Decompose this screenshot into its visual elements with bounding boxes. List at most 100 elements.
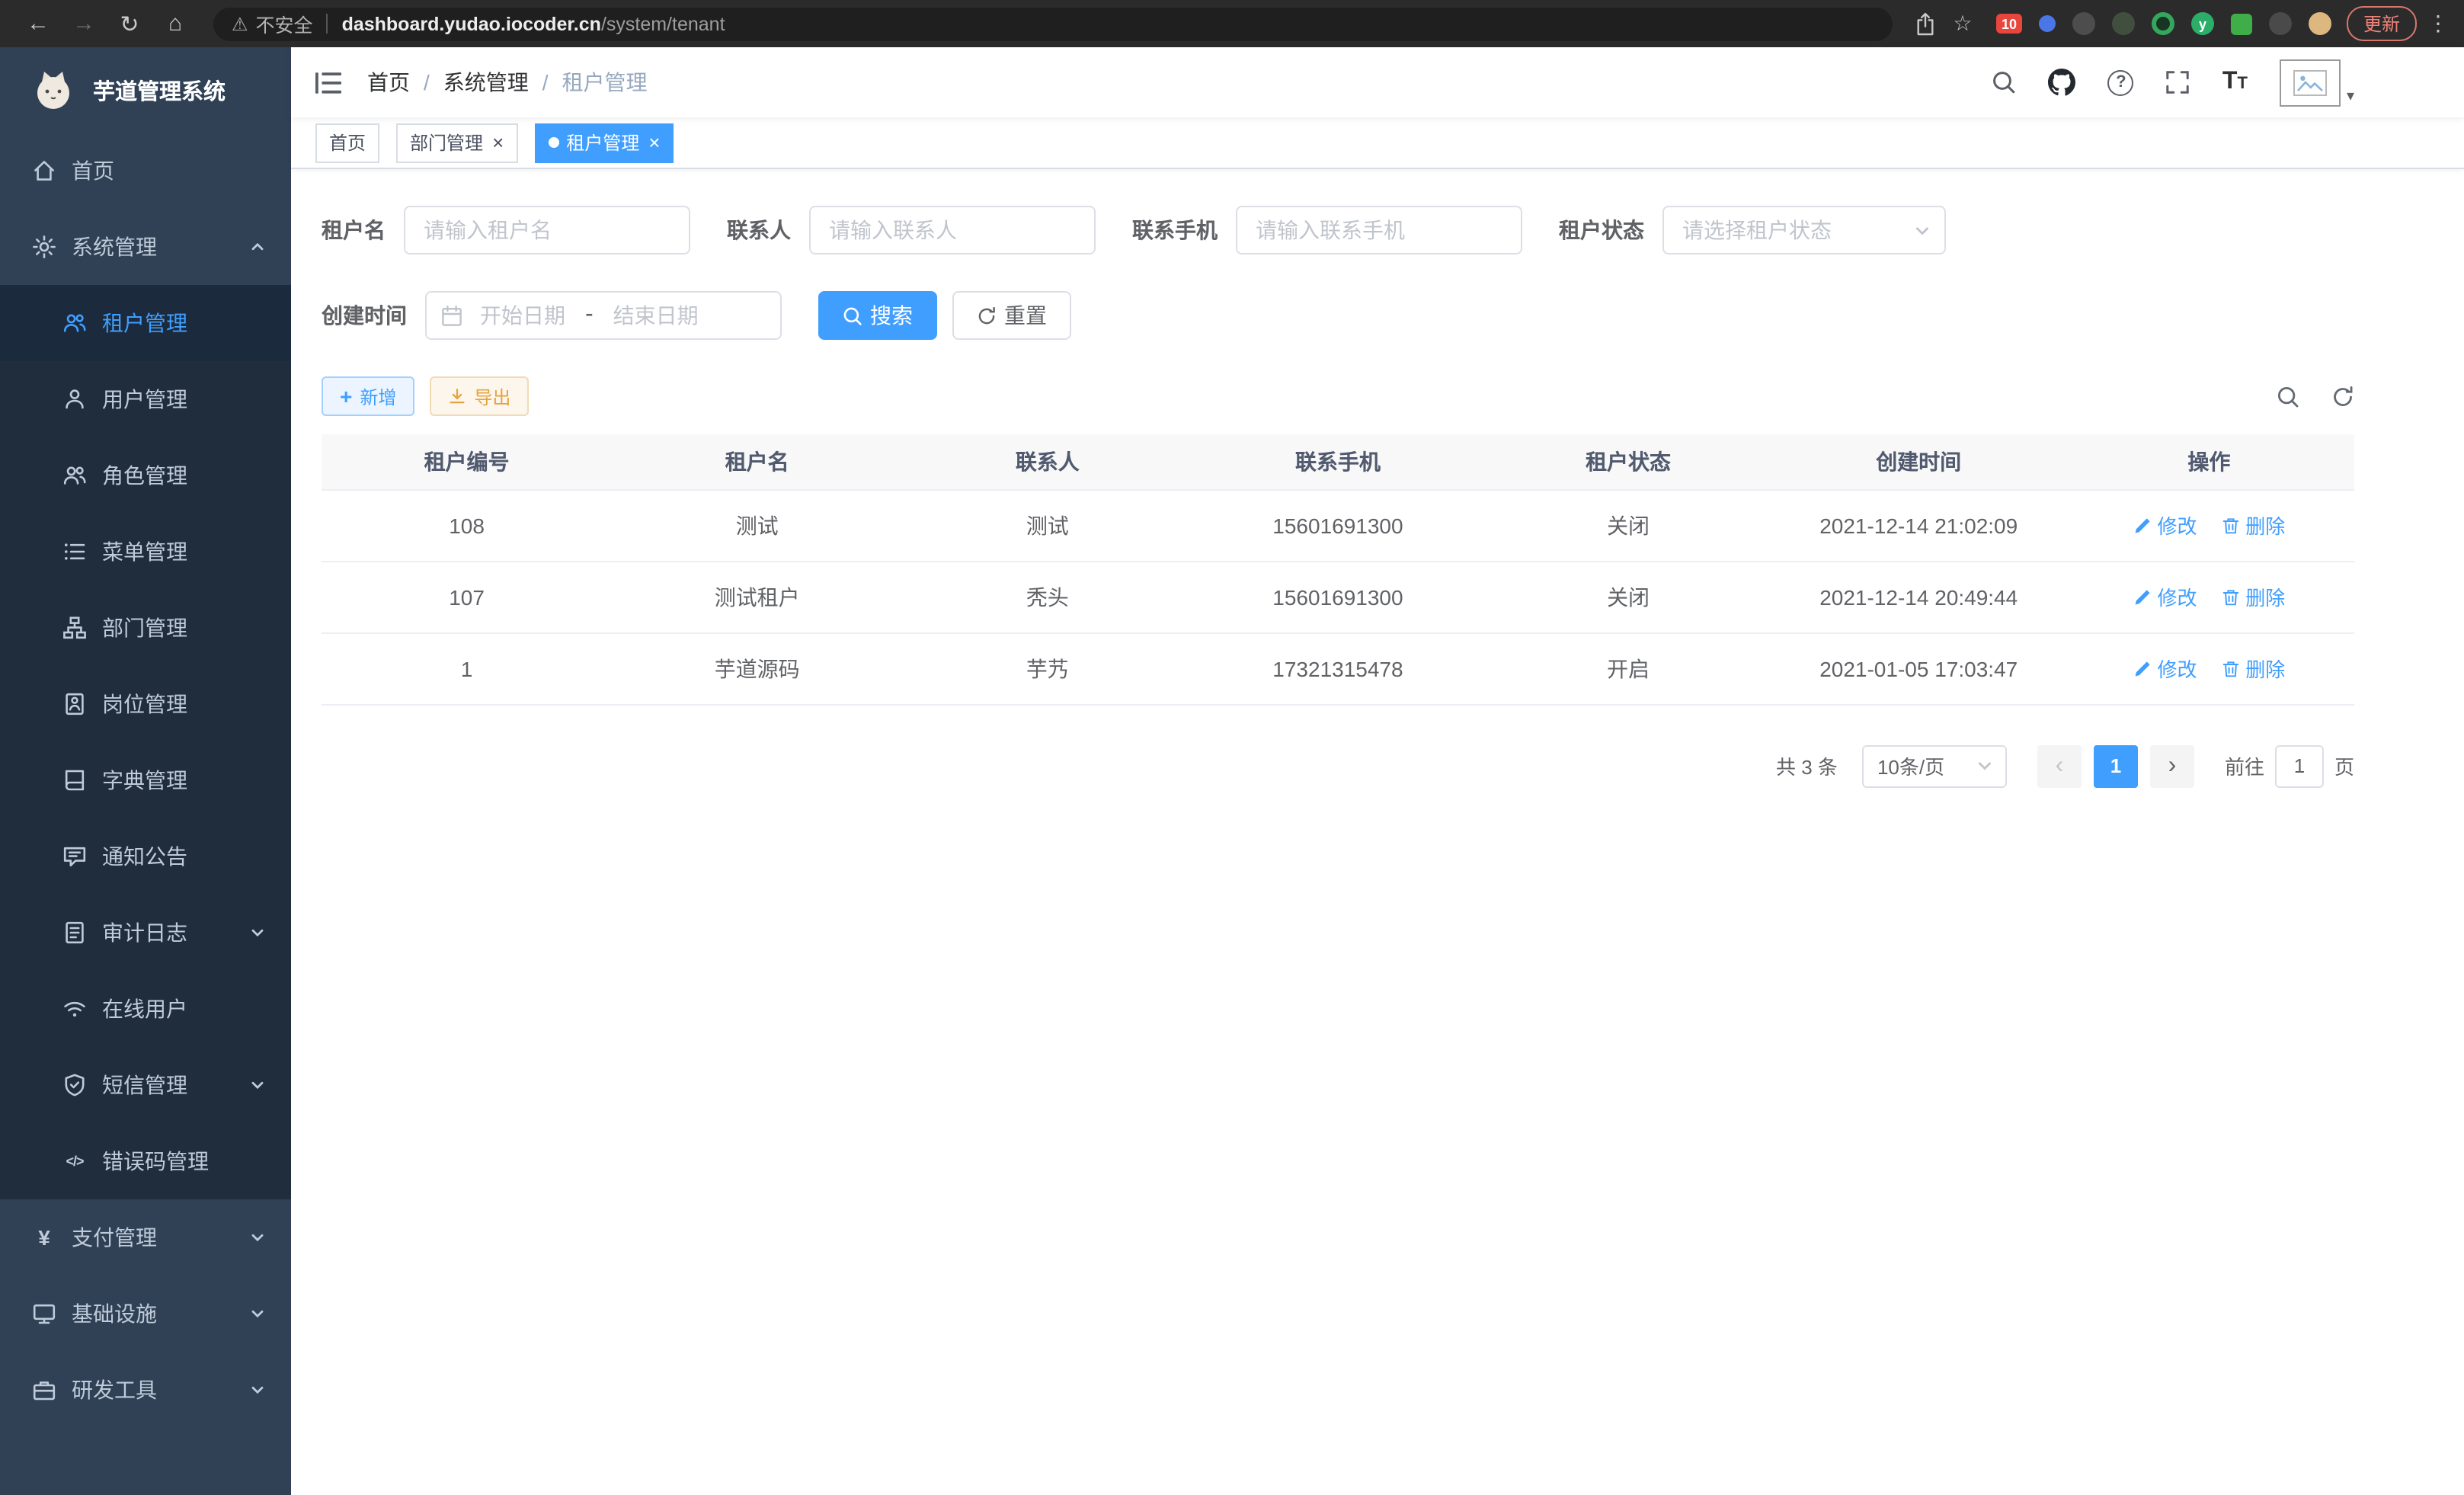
sidebar-item-infra[interactable]: 基础设施 xyxy=(0,1276,291,1352)
search-button[interactable]: 搜索 xyxy=(818,291,937,340)
font-size-icon[interactable]: TT xyxy=(2222,69,2248,96)
screen: ← → ↻ ⌂ ⚠ 不安全 dashboard.yudao.iocoder.cn… xyxy=(0,0,2464,1495)
date-range-picker[interactable]: - xyxy=(425,291,782,340)
breadcrumb: 首页 / 系统管理 / 租户管理 xyxy=(367,67,648,98)
update-button[interactable]: 更新 xyxy=(2347,6,2417,41)
status-label: 租户状态 xyxy=(1559,215,1662,245)
goto-page-input[interactable] xyxy=(2275,744,2324,787)
help-icon[interactable]: ? xyxy=(2108,69,2134,95)
back-icon[interactable]: ← xyxy=(15,0,61,47)
cell-mobile: 15601691300 xyxy=(1192,489,1483,561)
sidebar-item-label: 菜单管理 xyxy=(102,536,187,567)
sidebar-item-label: 通知公告 xyxy=(102,841,187,872)
edit-label: 修改 xyxy=(2157,511,2197,539)
sidebar-item-label: 支付管理 xyxy=(72,1222,157,1253)
delete-link[interactable]: 删除 xyxy=(2221,582,2285,611)
delete-link[interactable]: 删除 xyxy=(2221,511,2285,539)
sidebar-item-home[interactable]: 首页 xyxy=(0,133,291,209)
forward-icon[interactable]: → xyxy=(61,0,107,47)
extension-icon[interactable] xyxy=(2152,12,2174,35)
sidebar-item-notice[interactable]: 通知公告 xyxy=(0,818,291,895)
sidebar-item-role[interactable]: 角色管理 xyxy=(0,437,291,514)
not-secure-icon: ⚠ xyxy=(232,13,248,34)
end-date-input[interactable] xyxy=(597,303,715,328)
status-placeholder: 请选择租户状态 xyxy=(1682,215,1832,245)
reload-icon[interactable]: ↻ xyxy=(107,0,152,47)
sidebar-item-user[interactable]: 用户管理 xyxy=(0,361,291,437)
sidebar: 芋道管理系统 首页 系统管理 租户管理 用户管理 xyxy=(0,47,291,1495)
bookmark-star-icon[interactable]: ☆ xyxy=(1944,11,1981,37)
close-tab-icon[interactable]: × xyxy=(492,133,504,152)
export-button[interactable]: 导出 xyxy=(430,376,529,416)
refresh-table-icon[interactable] xyxy=(2331,385,2354,408)
edit-link[interactable]: 修改 xyxy=(2133,654,2197,683)
share-icon[interactable] xyxy=(1908,11,1944,36)
contact-input[interactable] xyxy=(809,206,1096,255)
sidebar-item-system[interactable]: 系统管理 xyxy=(0,209,291,285)
sidebar-item-devtools[interactable]: 研发工具 xyxy=(0,1352,291,1428)
edit-link[interactable]: 修改 xyxy=(2133,511,2197,539)
toggle-search-icon[interactable] xyxy=(2277,385,2299,408)
app-logo[interactable]: 芋道管理系统 xyxy=(0,47,291,133)
sidebar-item-dept[interactable]: 部门管理 xyxy=(0,590,291,666)
sidebar-item-label: 首页 xyxy=(72,155,114,186)
tab-label: 租户管理 xyxy=(566,130,639,155)
edit-link[interactable]: 修改 xyxy=(2133,582,2197,611)
extension-icon[interactable] xyxy=(2309,12,2331,35)
tenant-status-select[interactable]: 请选择租户状态 xyxy=(1662,206,1946,255)
breadcrumb-home[interactable]: 首页 xyxy=(367,67,410,98)
gear-icon xyxy=(32,235,56,259)
extension-icon[interactable]: y xyxy=(2191,12,2214,35)
start-date-input[interactable] xyxy=(463,303,582,328)
browser-menu-icon[interactable]: ⋮ xyxy=(2427,11,2449,37)
trash-icon xyxy=(2221,659,2239,677)
fullscreen-icon[interactable] xyxy=(2166,70,2190,94)
address-bar[interactable]: ⚠ 不安全 dashboard.yudao.iocoder.cn/system/… xyxy=(213,7,1893,40)
comment-bubble-icon xyxy=(62,844,87,869)
tab-dept[interactable]: 部门管理 × xyxy=(396,123,517,162)
tab-home[interactable]: 首页 xyxy=(315,123,379,162)
mobile-label: 联系手机 xyxy=(1132,215,1236,245)
reset-button[interactable]: 重置 xyxy=(952,291,1071,340)
user-menu[interactable]: ▾ xyxy=(2280,59,2354,106)
mobile-input[interactable] xyxy=(1236,206,1522,255)
extension-icon[interactable] xyxy=(2039,15,2056,32)
extension-icon[interactable] xyxy=(2072,12,2095,35)
browser-home-icon[interactable]: ⌂ xyxy=(152,0,198,47)
sidebar-item-sms[interactable]: 短信管理 xyxy=(0,1047,291,1123)
cell-status: 开启 xyxy=(1483,632,1774,704)
next-page-button[interactable]: › xyxy=(2150,744,2194,787)
search-icon[interactable] xyxy=(1992,70,2017,94)
tab-tenant[interactable]: 租户管理 × xyxy=(534,123,674,162)
sidebar-item-dict[interactable]: 字典管理 xyxy=(0,742,291,818)
sidebar-item-tenant[interactable]: 租户管理 xyxy=(0,285,291,361)
table-row: 107 测试租户 秃头 15601691300 关闭 2021-12-14 20… xyxy=(322,561,2354,632)
extension-badge[interactable]: 10 xyxy=(1996,14,2022,34)
extension-icon[interactable] xyxy=(2231,13,2252,34)
sidebar-item-online-users[interactable]: 在线用户 xyxy=(0,971,291,1047)
sidebar-item-error-code[interactable]: </> 错误码管理 xyxy=(0,1123,291,1199)
prev-page-button[interactable]: ‹ xyxy=(2037,744,2082,787)
filter-row-2: 创建时间 - 搜索 重置 xyxy=(322,291,2354,340)
breadcrumb-system[interactable]: 系统管理 xyxy=(443,67,529,98)
broken-image-icon xyxy=(2293,69,2327,95)
cell-id: 108 xyxy=(322,489,612,561)
page-number-button[interactable]: 1 xyxy=(2094,744,2138,787)
active-tab-dot xyxy=(548,137,558,148)
github-icon[interactable] xyxy=(2049,69,2076,96)
sidebar-item-audit-log[interactable]: 审计日志 xyxy=(0,895,291,971)
sidebar-item-payment[interactable]: ¥ 支付管理 xyxy=(0,1199,291,1276)
sidebar-item-post[interactable]: 岗位管理 xyxy=(0,666,291,742)
filter-status: 租户状态 请选择租户状态 xyxy=(1559,206,1946,255)
sidebar-item-menu[interactable]: 菜单管理 xyxy=(0,514,291,590)
avatar xyxy=(2280,59,2341,106)
page-size-select[interactable]: 10条/页 xyxy=(1862,744,2007,787)
extension-icon[interactable] xyxy=(2112,12,2135,35)
close-tab-icon[interactable]: × xyxy=(648,133,660,152)
extension-icon[interactable] xyxy=(2269,12,2292,35)
delete-link[interactable]: 删除 xyxy=(2221,654,2285,683)
add-button[interactable]: + 新增 xyxy=(322,376,414,416)
collapse-sidebar-icon[interactable] xyxy=(315,71,341,94)
tags-view: 首页 部门管理 × 租户管理 × xyxy=(291,117,2464,169)
tenant-name-input[interactable] xyxy=(404,206,690,255)
